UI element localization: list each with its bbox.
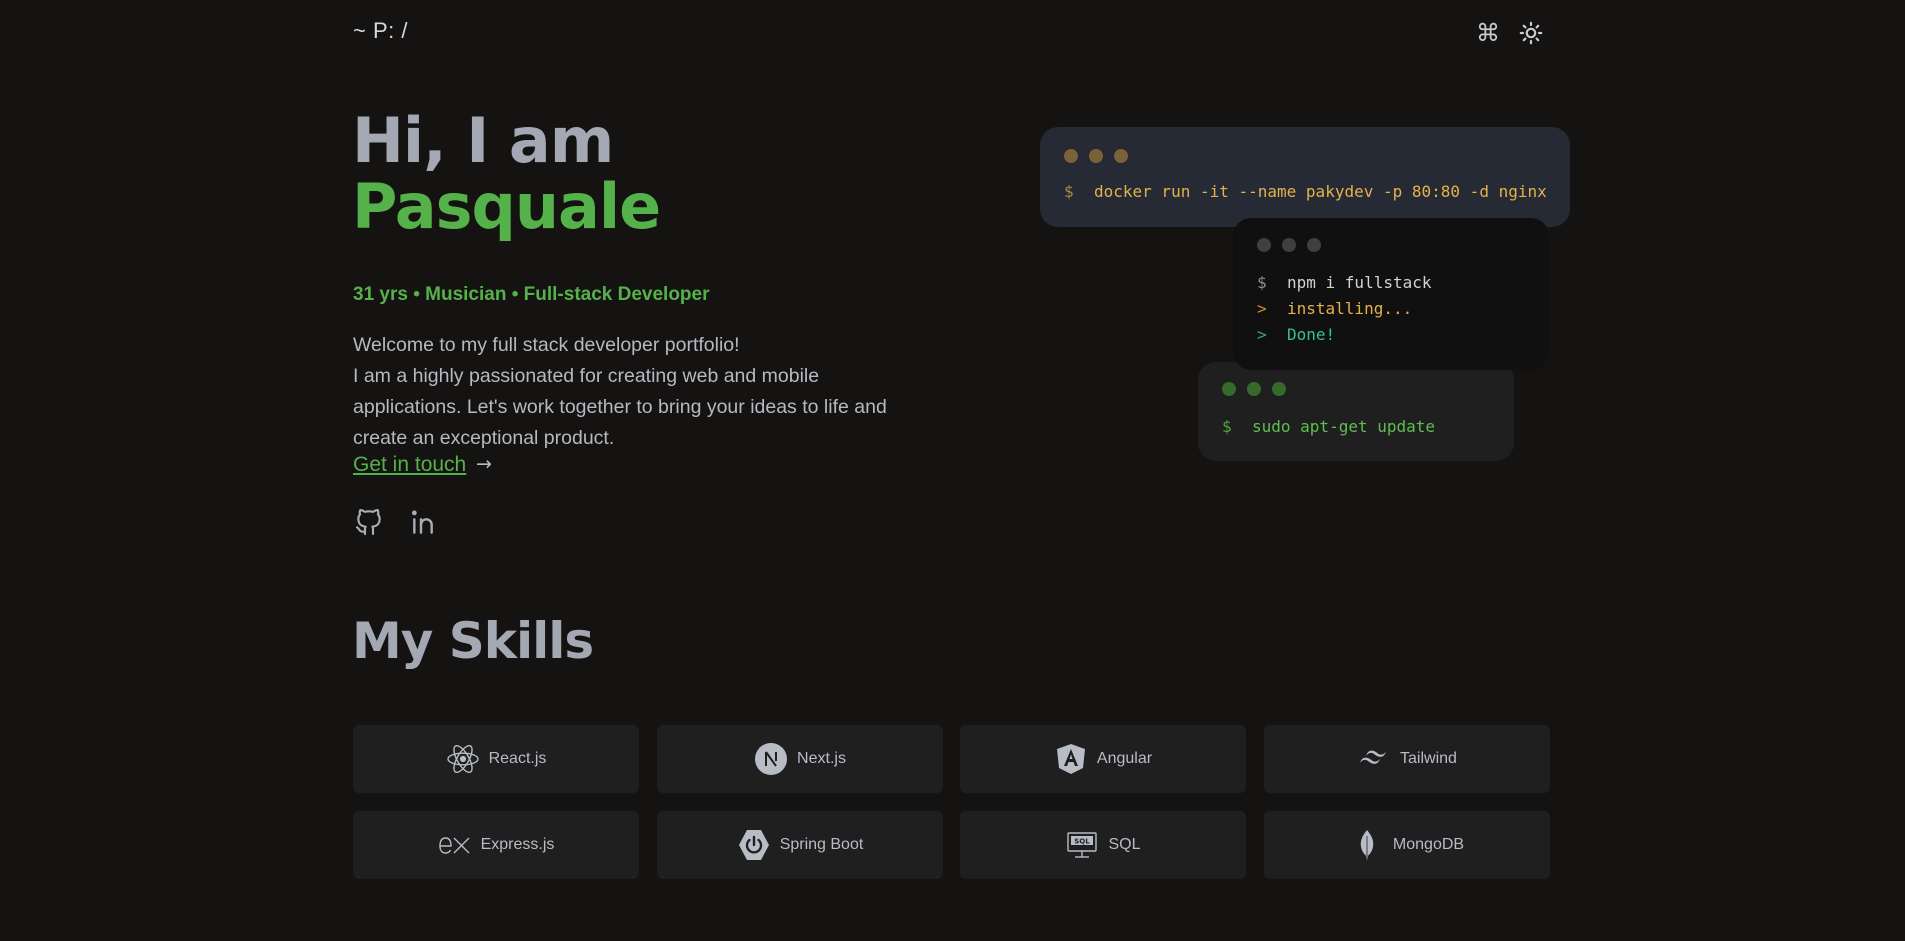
window-dot [1089,149,1103,163]
output-marker: > [1257,299,1267,318]
terminal-output: Done! [1287,325,1336,344]
portfolio-page: ~ P: / ⌘ Hi, I am Pasquale 31 yrs • Musi… [0,0,1905,941]
get-in-touch-link[interactable]: Get in touch [353,453,466,477]
command-icon[interactable]: ⌘ [1475,20,1501,46]
tailwind-icon [1360,750,1387,764]
window-dot [1064,149,1078,163]
npm-terminal: $ npm i fullstack > installing... > Done… [1233,218,1549,370]
terminal-command: npm i fullstack [1287,273,1432,292]
angular-icon [1056,744,1085,774]
react-icon [446,744,479,774]
skill-card-angular[interactable]: Angular [960,725,1246,793]
docker-terminal: $ docker run -it --name pakydev -p 80:80… [1040,127,1570,227]
svg-text:SQL: SQL [1075,838,1091,846]
apt-terminal: $ sudo apt-get update [1198,362,1514,461]
skill-label: MongoDB [1392,836,1465,853]
hero-greeting: Hi, I am [352,104,614,177]
terminal-prompt: $ [1064,182,1074,201]
window-dots [1064,149,1128,163]
intro-line: I am a highly passionated for creating w… [353,365,887,449]
skill-label: React.js [488,750,547,767]
skill-label: Express.js [480,836,555,853]
skill-card-spring-boot[interactable]: Spring Boot [657,811,943,879]
skill-card-react[interactable]: React.js [353,725,639,793]
window-dot [1307,238,1321,252]
hero-name: Pasquale [352,170,661,243]
terminal-prompt: $ [1257,273,1267,292]
window-dot [1272,382,1286,396]
window-dot [1282,238,1296,252]
sun-icon[interactable] [1518,20,1544,46]
skill-card-tailwind[interactable]: Tailwind [1264,725,1550,793]
hero-title: Hi, I am Pasquale [352,104,661,243]
window-dots [1222,382,1286,396]
arrow-right-icon: → [476,453,492,475]
skill-card-express[interactable]: Express.js [353,811,639,879]
terminal-command: docker run -it --name pakydev -p 80:80 -… [1094,182,1547,201]
github-icon[interactable] [353,506,385,538]
skill-label: SQL [1108,836,1141,853]
skill-label: Next.js [797,750,846,767]
intro-line: Welcome to my full stack developer portf… [353,334,740,356]
nextjs-icon [755,743,788,775]
hero-intro: Welcome to my full stack developer portf… [353,330,913,454]
site-brand[interactable]: ~ P: / [353,18,408,44]
skills-title: My Skills [352,612,594,670]
terminal-command: sudo apt-get update [1252,417,1436,436]
window-dots [1257,238,1321,252]
skill-label: Spring Boot [779,836,864,853]
window-dot [1114,149,1128,163]
mongodb-icon [1360,830,1374,861]
spring-boot-icon [738,830,769,860]
skill-card-mongodb[interactable]: MongoDB [1264,811,1550,879]
output-marker: > [1257,325,1267,344]
skill-label: Tailwind [1400,750,1457,767]
window-dot [1222,382,1236,396]
window-dot [1247,382,1261,396]
skill-card-sql[interactable]: SQL SQL [960,811,1246,879]
linkedin-icon[interactable] [409,506,441,538]
skill-card-nextjs[interactable]: Next.js [657,725,943,793]
terminal-prompt: $ [1222,417,1232,436]
sql-icon: SQL [1067,832,1098,858]
terminal-output: installing... [1287,299,1413,318]
hero-tagline: 31 yrs • Musician • Full-stack Developer [353,284,710,305]
skill-label: Angular [1096,750,1153,767]
window-dot [1257,238,1271,252]
express-icon [438,837,470,854]
